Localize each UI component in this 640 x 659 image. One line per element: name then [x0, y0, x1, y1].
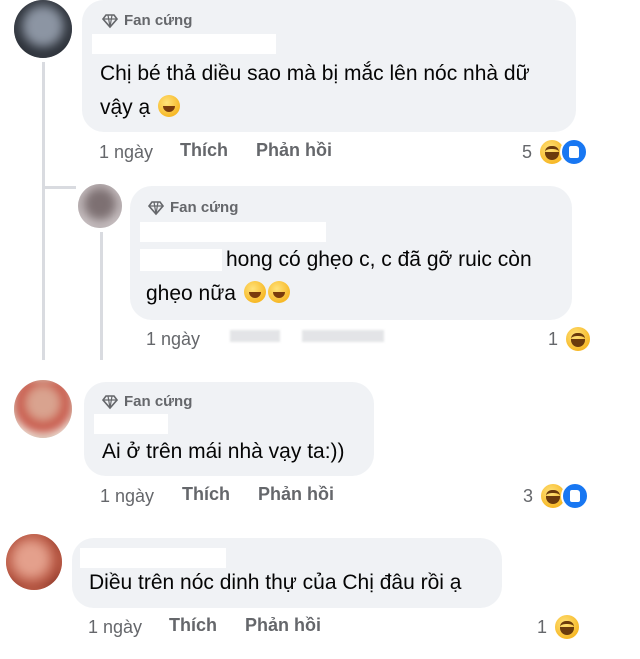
reaction-count: 5 [522, 141, 533, 162]
reply-button[interactable]: Phản hồi [258, 484, 334, 505]
author-name[interactable] [94, 414, 168, 434]
author-name[interactable] [92, 34, 276, 54]
rofl-emoji-icon [243, 281, 266, 303]
badge-label: Fan cứng [124, 393, 193, 410]
avatar[interactable] [78, 184, 122, 228]
reply-button[interactable]: Phản hồi [245, 615, 321, 636]
reply-button[interactable]: Phản hồi [256, 140, 332, 161]
reply-time[interactable]: 1 ngày [146, 329, 200, 350]
avatar[interactable] [6, 534, 62, 590]
haha-icon [553, 613, 582, 641]
thread-connector [42, 186, 76, 189]
reply-button[interactable] [302, 330, 384, 342]
comment-time[interactable]: 1 ngày [99, 142, 153, 163]
avatar[interactable] [14, 380, 72, 438]
diamond-icon [102, 394, 118, 409]
author-name[interactable] [140, 222, 326, 242]
reaction-count: 1 [548, 328, 559, 349]
comment-text: Ai ở trên mái nhà vạy ta:)) [102, 440, 345, 463]
comment-text: Diều trên nóc dinh thự của Chị đâu rồi ạ [89, 571, 462, 594]
like-button[interactable]: Thích [182, 484, 230, 505]
diamond-icon [148, 200, 164, 215]
like-icon [561, 482, 590, 510]
fan-badge: Fan cứng [102, 12, 192, 29]
like-icon [560, 138, 589, 166]
reaction-count: 1 [537, 616, 548, 637]
fan-badge: Fan cứng [148, 199, 238, 216]
comment-time[interactable]: 1 ngày [88, 617, 142, 638]
avatar[interactable] [14, 0, 72, 58]
fan-badge: Fan cứng [102, 393, 192, 410]
reply-thread-line [100, 232, 103, 360]
comment-time[interactable]: 1 ngày [100, 486, 154, 507]
diamond-icon [102, 13, 118, 28]
like-button[interactable] [230, 330, 280, 342]
reaction-summary[interactable]: 1 [537, 613, 582, 641]
badge-label: Fan cứng [124, 12, 193, 29]
author-name[interactable] [80, 548, 226, 568]
rofl-emoji-icon [158, 95, 181, 117]
reaction-count: 3 [523, 485, 534, 506]
badge-label: Fan cứng [170, 199, 239, 216]
haha-icon [564, 325, 593, 353]
reply-text: hong có ghẹo c, c đã gỡ ruic còn ghẹo nữ… [146, 248, 532, 305]
comment-text: Chị bé thả diều sao mà bị mắc lên nóc nh… [100, 62, 530, 119]
like-button[interactable]: Thích [180, 140, 228, 161]
thread-line [42, 62, 45, 360]
reaction-summary[interactable]: 5 [522, 138, 589, 166]
reaction-summary[interactable]: 1 [548, 325, 593, 353]
rofl-emoji-icon [267, 281, 290, 303]
reaction-summary[interactable]: 3 [523, 482, 590, 510]
like-button[interactable]: Thích [169, 615, 217, 636]
